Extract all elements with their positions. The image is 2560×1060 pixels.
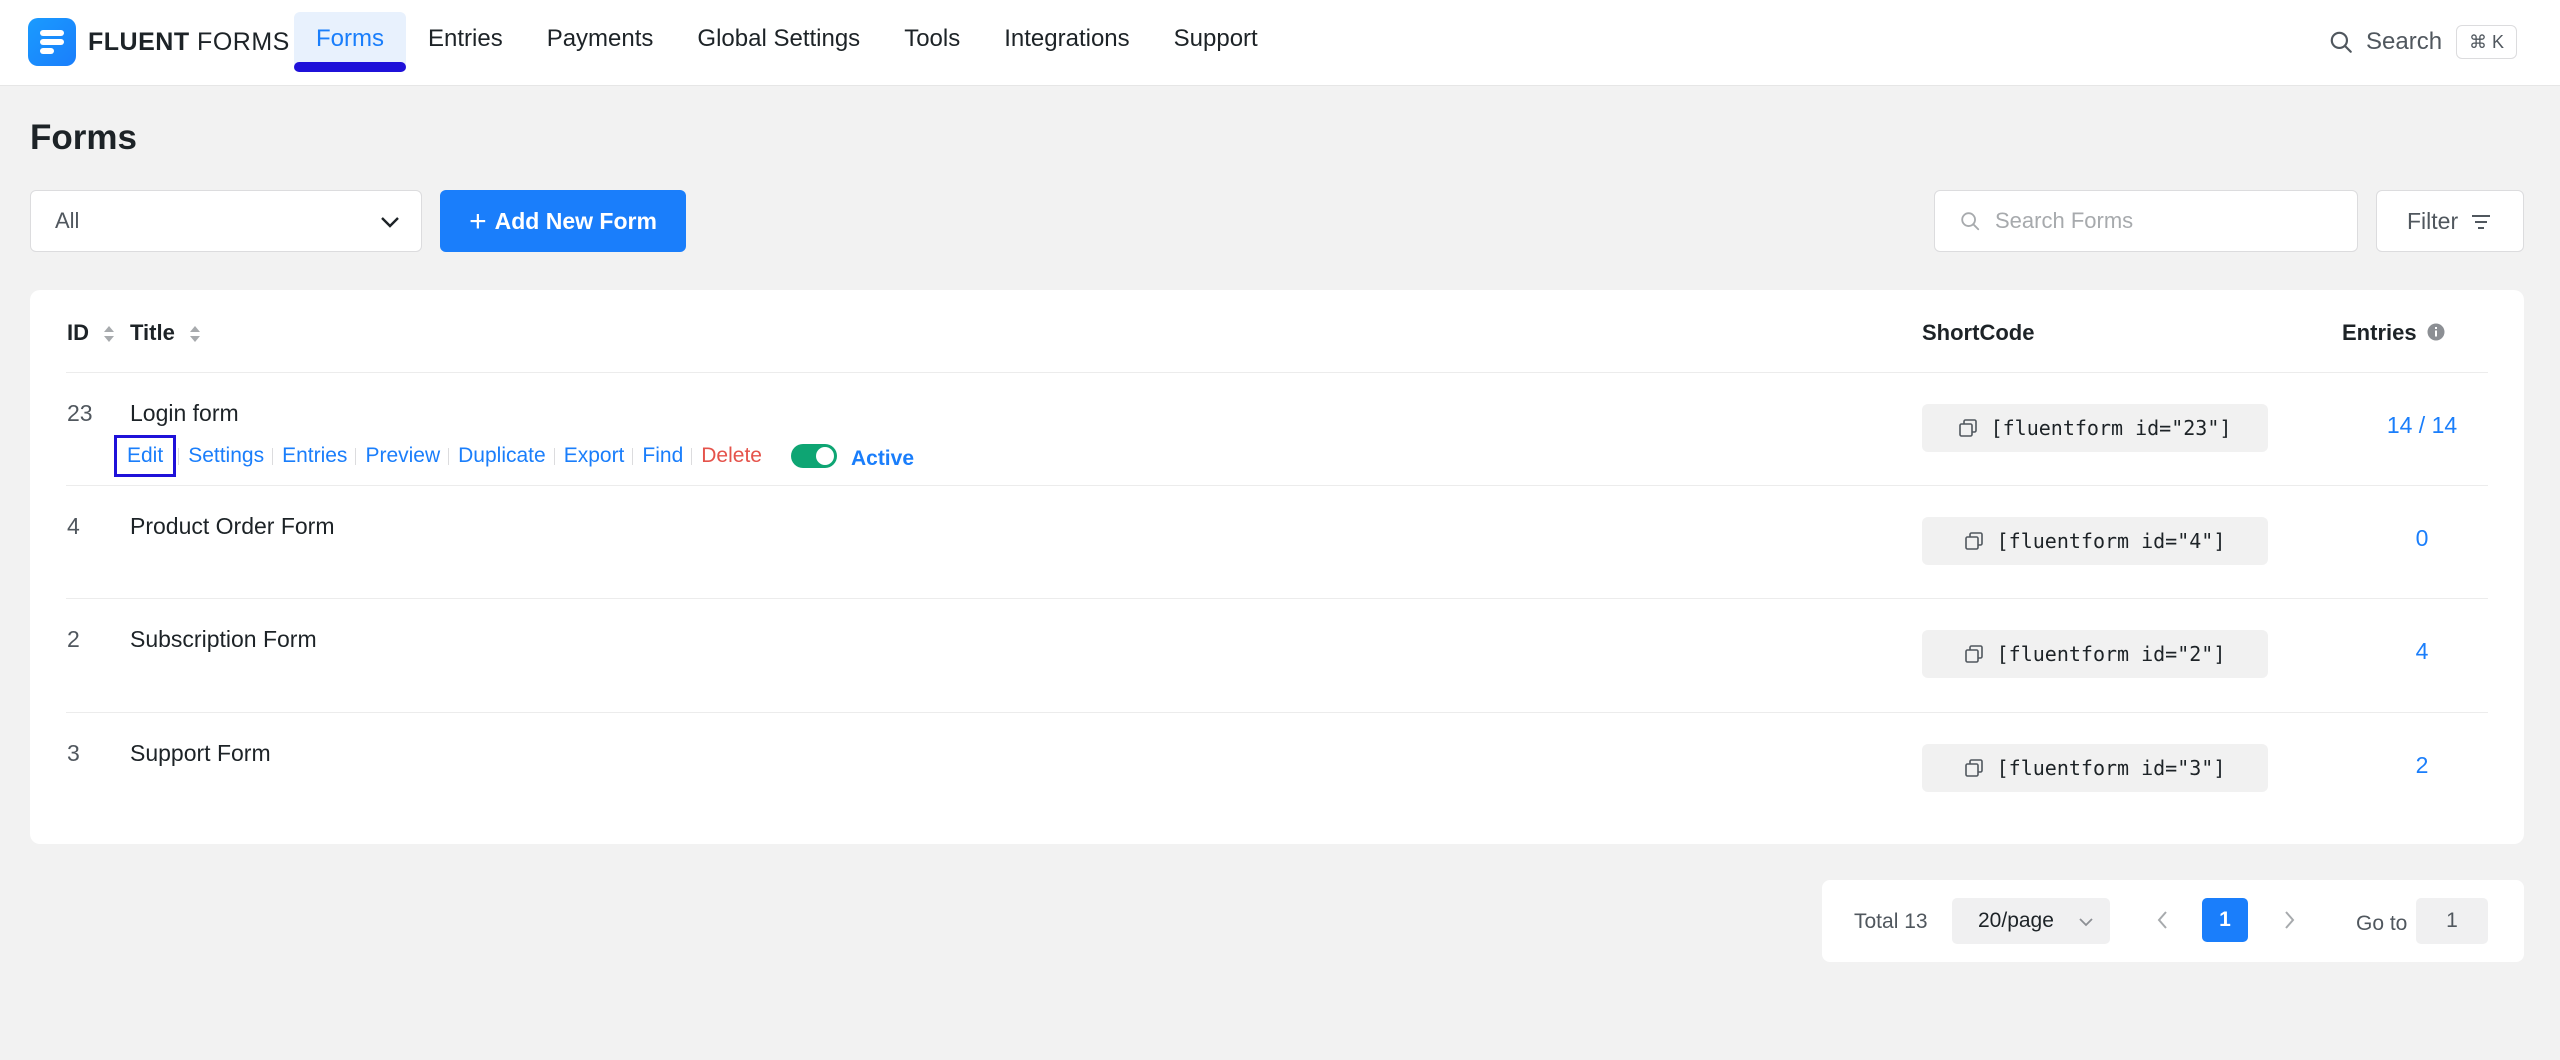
brand-logo[interactable]: FLUENT FORMS [28,18,290,66]
export-link[interactable]: Export [553,442,634,470]
current-page-button[interactable]: 1 [2202,898,2248,942]
form-id: 4 [67,513,80,539]
column-header-entries-label: Entries [2342,320,2417,345]
table-row: 3 Support Form [fluentform id="3"] 2 [30,712,2524,825]
status-filter-select[interactable]: All [30,190,422,252]
form-id: 2 [67,626,80,652]
sort-icon [104,326,115,343]
edit-link[interactable]: Edit [114,435,177,477]
copy-icon [1964,759,1983,777]
nav-forms[interactable]: Forms [294,12,406,72]
plus-icon: + [469,205,487,238]
nav-entries[interactable]: Entries [406,12,525,70]
duplicate-link[interactable]: Duplicate [448,442,555,470]
form-status-toggle[interactable] [790,444,837,468]
goto-page-input[interactable]: 1 [2416,898,2488,944]
chevron-left-icon[interactable] [2152,906,2174,934]
column-header-entries: Entries [2342,320,2445,346]
entries-link[interactable]: Entries [272,442,356,470]
settings-link[interactable]: Settings [178,442,273,470]
shortcode-text: [fluentform id="23"] [1990,416,2232,440]
status-filter-value: All [55,208,80,233]
pagination-total: Total 13 [1854,910,1928,933]
nav-integrations[interactable]: Integrations [982,12,1151,70]
find-link[interactable]: Find [632,442,692,470]
add-new-form-button[interactable]: + Add New Form [440,190,686,252]
goto-label: Go to [2356,912,2408,935]
copy-icon [1964,645,1983,663]
table-row: 2 Subscription Form [fluentform id="2"] … [30,598,2524,711]
nav-payments[interactable]: Payments [525,12,676,70]
nav-global-settings[interactable]: Global Settings [675,12,882,70]
info-icon[interactable] [2427,323,2445,341]
shortcode-copy-button[interactable]: [fluentform id="4"] [1922,517,2268,565]
nav-support[interactable]: Support [1152,12,1280,70]
add-new-form-label: Add New Form [494,208,657,234]
page-title: Forms [30,118,137,157]
search-shortcut-badge: ⌘ K [2456,25,2518,59]
form-title-link[interactable]: Product Order Form [130,513,335,540]
brand-name: FLUENT FORMS [88,27,290,56]
forms-table: ID Title ShortCode Entries 23 Login form… [30,290,2524,844]
pagination: Total 13 20/page 1 Go to 1 [1822,880,2524,962]
search-icon [1961,212,1980,231]
sort-icon [189,326,200,343]
global-search-label: Search [2366,28,2443,55]
table-row: 4 Product Order Form [fluentform id="4"]… [30,485,2524,598]
page-size-select[interactable]: 20/page [1952,898,2110,944]
copy-icon [1958,419,1977,437]
form-status-label: Active [850,447,914,470]
table-row: 23 Login form Edit Settings Entries Prev… [30,372,2524,485]
top-navigation-bar: FLUENT FORMS Forms Entries Payments Glob… [0,0,2560,86]
search-forms-input[interactable] [1995,208,2335,234]
shortcode-copy-button[interactable]: [fluentform id="3"] [1922,744,2268,792]
row-actions: Edit Settings Entries Preview Duplicate … [114,435,914,477]
entries-count-link[interactable]: 0 [2360,525,2484,552]
column-header-id[interactable]: ID [67,320,115,346]
form-title-link[interactable]: Subscription Form [130,626,317,653]
shortcode-text: [fluentform id="4"] [1996,529,2226,553]
search-forms-box[interactable] [1934,190,2358,252]
form-id: 23 [67,400,93,426]
search-icon [2330,31,2352,53]
shortcode-text: [fluentform id="2"] [1996,642,2226,666]
entries-count-link[interactable]: 4 [2360,638,2484,665]
filter-icon [2472,215,2490,229]
column-header-id-label: ID [67,320,89,345]
entries-count-link[interactable]: 2 [2360,752,2484,779]
shortcode-copy-button[interactable]: [fluentform id="23"] [1922,404,2268,452]
fluent-forms-logo-icon [28,18,76,66]
preview-link[interactable]: Preview [355,442,449,470]
filter-label: Filter [2407,208,2459,234]
column-header-title-label: Title [130,320,175,345]
chevron-down-icon [2079,918,2093,927]
main-nav: Forms Entries Payments Global Settings T… [294,12,1280,72]
entries-count-link[interactable]: 14 / 14 [2360,412,2484,439]
chevron-right-icon[interactable] [2278,906,2300,934]
shortcode-text: [fluentform id="3"] [1996,756,2226,780]
form-title-link[interactable]: Support Form [130,740,271,767]
page-size-value: 20/page [1978,909,2054,932]
shortcode-copy-button[interactable]: [fluentform id="2"] [1922,630,2268,678]
column-header-shortcode: ShortCode [1922,320,2035,345]
form-title-link[interactable]: Login form [130,400,239,427]
column-header-title[interactable]: Title [130,320,201,346]
copy-icon [1964,532,1983,550]
filter-button[interactable]: Filter [2376,190,2524,252]
global-search-button[interactable]: Search ⌘ K [2328,24,2518,60]
nav-tools[interactable]: Tools [882,12,982,70]
form-id: 3 [67,740,80,766]
chevron-down-icon [381,217,399,228]
delete-link[interactable]: Delete [691,442,771,470]
